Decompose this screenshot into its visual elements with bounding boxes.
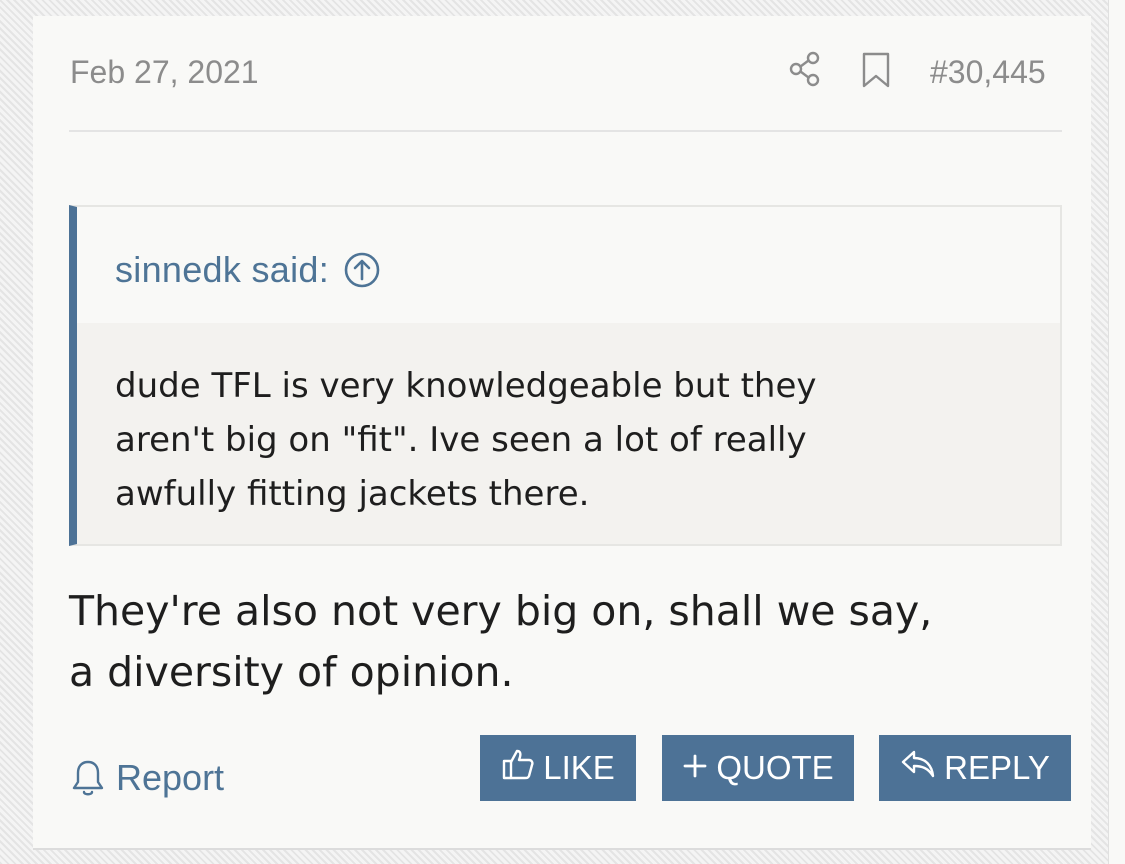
report-link[interactable]: Report [70, 757, 224, 799]
quote-block: sinnedk said: dude TFL is very knowledge… [69, 205, 1062, 546]
quote-author-label[interactable]: sinnedk said: [115, 249, 329, 291]
message-line: They're also not very big on, shall we s… [69, 587, 933, 635]
message-line: a diversity of opinion. [69, 648, 514, 696]
share-icon[interactable] [788, 50, 822, 88]
reply-button[interactable]: REPLY [879, 735, 1071, 801]
quote-button[interactable]: QUOTE [662, 735, 854, 801]
plus-icon [682, 749, 708, 787]
like-label[interactable]: LIKE [543, 749, 615, 787]
thumbs-up-icon [501, 747, 535, 789]
bookmark-icon[interactable] [860, 52, 892, 88]
post-number-link[interactable]: #30,445 [930, 54, 1046, 91]
header-divider [69, 130, 1062, 132]
reply-arrow-icon [900, 748, 936, 788]
post-date[interactable]: Feb 27, 2021 [70, 54, 259, 91]
message-body: They're also not very big on, shall we s… [69, 581, 1069, 703]
reply-label[interactable]: REPLY [944, 749, 1050, 787]
quote-line: aren't big on "fit". Ive seen a lot of r… [115, 420, 807, 460]
scroll-edge [1108, 0, 1125, 864]
arrow-up-circle-icon[interactable] [343, 251, 381, 289]
quote-label[interactable]: QUOTE [716, 749, 833, 787]
report-label[interactable]: Report [116, 757, 224, 799]
quote-header: sinnedk said: [77, 207, 1060, 323]
bell-icon [70, 758, 106, 798]
quote-author-link[interactable]: sinnedk said: [115, 249, 381, 291]
like-button[interactable]: LIKE [480, 735, 636, 801]
quote-line: awfully fitting jackets there. [115, 474, 590, 514]
quote-line: dude TFL is very knowledgeable but they [115, 366, 817, 406]
quote-text: dude TFL is very knowledgeable but they … [115, 359, 975, 521]
post-bottom-divider [33, 848, 1091, 850]
